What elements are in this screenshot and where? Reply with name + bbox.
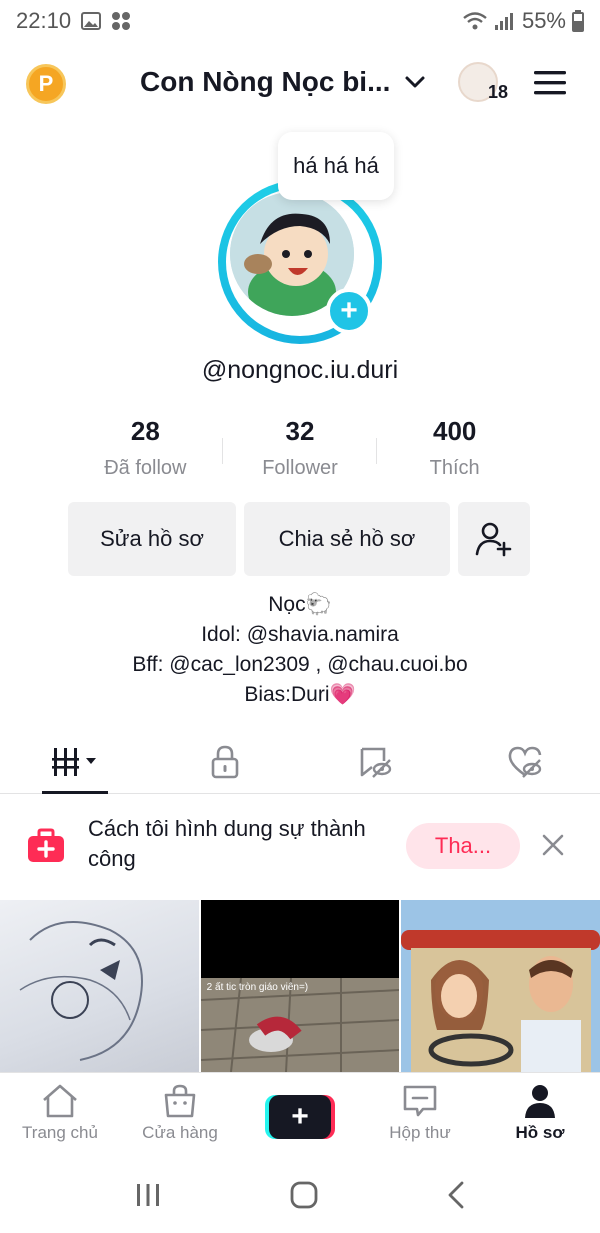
username: @nongnoc.iu.duri xyxy=(201,356,399,384)
tab-private[interactable] xyxy=(150,730,300,793)
grid-icon xyxy=(52,747,96,776)
note-bubble[interactable]: há há há xyxy=(278,132,394,200)
shop-icon xyxy=(164,1084,196,1118)
tab-liked[interactable] xyxy=(450,730,600,793)
add-avatar-button[interactable]: + xyxy=(326,288,372,334)
share-profile-button[interactable]: Chia sẻ hồ sơ xyxy=(244,502,450,576)
nav-label: Hộp thư xyxy=(389,1123,451,1142)
status-bar: 22:10 55% xyxy=(0,0,600,42)
promo-action-button[interactable]: Tha... xyxy=(406,823,520,869)
account-switcher[interactable]: Con Nòng Nọc bi... xyxy=(140,66,426,98)
close-icon[interactable] xyxy=(540,832,566,858)
heart-hidden-icon xyxy=(508,746,542,778)
profile-actions: Sửa hồ sơ Chia sẻ hồ sơ xyxy=(68,502,530,576)
briefcase-plus-icon xyxy=(28,828,64,862)
back-icon[interactable] xyxy=(446,1180,466,1210)
profile-stats: 28 Đã follow 32 Follower 400 Thích xyxy=(68,416,532,486)
account-name: Con Nòng Nọc bi... xyxy=(140,66,391,97)
signal-icon xyxy=(494,13,513,30)
stat-value: 28 xyxy=(130,416,160,446)
bio-line: Nọc🐑 xyxy=(268,593,332,616)
recent-apps-icon[interactable] xyxy=(134,1182,162,1208)
notification-count: 18 xyxy=(488,82,509,102)
battery-percent: 55% xyxy=(521,8,566,33)
nav-label: Hồ sơ xyxy=(515,1123,565,1142)
tab-reposts[interactable] xyxy=(300,730,450,793)
bio-line: Bias:Duri💗 xyxy=(244,683,356,706)
profile-icon xyxy=(525,1085,555,1118)
stat-value: 32 xyxy=(285,416,315,446)
plus-icon: + xyxy=(269,1095,331,1139)
stat-label: Đã follow xyxy=(104,457,187,479)
profile-header: P Con Nòng Nọc bi... 18 xyxy=(0,52,600,116)
coin-icon[interactable]: P xyxy=(26,64,66,104)
menu-icon[interactable] xyxy=(532,68,568,98)
inbox-icon xyxy=(403,1085,437,1117)
video-thumbnail[interactable] xyxy=(0,900,199,1072)
gallery-icon xyxy=(81,12,102,30)
nav-profile[interactable]: Hồ sơ xyxy=(480,1073,600,1156)
video-grid: 2 ất tic tròn giáo viên=) xyxy=(0,900,600,1072)
promo-banner: Cách tôi hình dung sự thành công Tha... xyxy=(0,798,600,898)
nav-create[interactable]: + xyxy=(240,1073,360,1156)
system-nav xyxy=(0,1156,600,1233)
profile-avatar[interactable]: + xyxy=(218,180,382,344)
lock-icon xyxy=(211,745,239,778)
chevron-down-icon xyxy=(405,76,425,88)
wifi-icon xyxy=(463,12,487,30)
promo-text: Cách tôi hình dung sự thành công xyxy=(88,816,366,871)
stat-following[interactable]: 28 Đã follow xyxy=(68,416,223,486)
bio-line[interactable]: Idol: @shavia.namira xyxy=(0,620,600,650)
profile-tabs xyxy=(0,730,600,794)
home-button-icon[interactable] xyxy=(289,1180,319,1210)
nav-shop[interactable]: Cửa hàng xyxy=(120,1073,240,1156)
stat-likes[interactable]: 400 Thích xyxy=(377,416,532,486)
nav-label: Trang chủ xyxy=(22,1123,98,1142)
create-button[interactable]: + xyxy=(265,1095,335,1139)
video-caption: 2 ất tic tròn giáo viên=) xyxy=(206,982,309,993)
stat-value: 400 xyxy=(432,416,477,446)
nav-home[interactable]: Trang chủ xyxy=(0,1073,120,1156)
add-user-icon xyxy=(475,522,512,557)
home-icon xyxy=(43,1084,77,1118)
add-friend-button[interactable] xyxy=(458,502,530,576)
stat-followers[interactable]: 32 Follower xyxy=(223,416,378,486)
stat-label: Follower xyxy=(262,457,338,479)
profile-bio: Nọc🐑 Idol: @shavia.namira Bff: @cac_lon2… xyxy=(0,590,600,710)
clock: 22:10 xyxy=(16,8,72,33)
apps-icon xyxy=(112,12,131,30)
video-thumbnail[interactable] xyxy=(401,900,600,1072)
battery-icon xyxy=(572,10,584,32)
nav-inbox[interactable]: Hộp thư xyxy=(360,1073,480,1156)
stat-label: Thích xyxy=(429,457,480,479)
bottom-nav: Trang chủ Cửa hàng + Hộp thư Hồ sơ xyxy=(0,1072,600,1156)
repost-hidden-icon xyxy=(360,747,392,778)
video-thumbnail[interactable]: 2 ất tic tròn giáo viên=) xyxy=(200,900,400,1072)
bio-line[interactable]: Bff: @cac_lon2309 , @chau.cuoi.bo xyxy=(0,650,600,680)
tab-videos[interactable] xyxy=(0,730,150,794)
nav-label: Cửa hàng xyxy=(142,1123,218,1142)
edit-profile-button[interactable]: Sửa hồ sơ xyxy=(68,502,236,576)
